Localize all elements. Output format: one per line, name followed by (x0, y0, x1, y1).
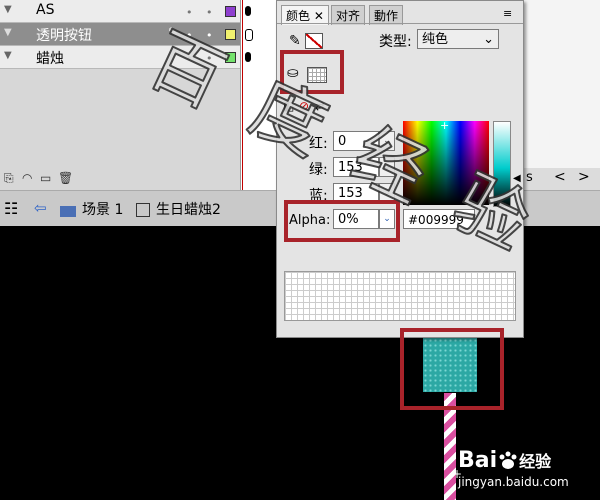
folder-icon[interactable]: ▭ (40, 171, 51, 185)
tab-divider (277, 23, 523, 24)
layer-row-candle[interactable]: ▼ 蜡烛 • • (0, 46, 240, 69)
type-label: 类型: (379, 34, 412, 50)
eye-icon[interactable]: ▼ (4, 27, 12, 38)
layer-name: 透明按钮 (36, 28, 92, 44)
tab-actions[interactable]: 動作 (369, 5, 404, 25)
default-colors-icon[interactable]: ◧ (283, 99, 294, 113)
color-spectrum[interactable] (403, 121, 489, 205)
color-swatch-grid[interactable] (284, 271, 516, 321)
symbol-label: 生日蜡烛2 (156, 202, 221, 218)
frames-side-label: s (526, 170, 533, 185)
red-stepper[interactable]: ⌄ (379, 131, 395, 151)
green-label: 绿: (309, 162, 328, 178)
brightness-slider[interactable] (493, 121, 511, 207)
keyframe[interactable] (245, 29, 253, 41)
chevron-down-icon: ⌄ (483, 32, 494, 47)
tab-align[interactable]: 对齐 (331, 5, 366, 25)
pencil-icon: ✎ (168, 25, 179, 39)
timeline-toggle-icon[interactable]: ☷ (4, 199, 18, 218)
red-label: 红: (309, 136, 328, 152)
symbol-breadcrumb[interactable]: 生日蜡烛2 (136, 199, 221, 219)
visibility-dot[interactable]: • (186, 52, 193, 65)
green-stepper[interactable]: ⌄ (379, 157, 395, 177)
red-input[interactable]: 0 (333, 131, 379, 151)
paw-icon (497, 451, 519, 471)
visibility-dot[interactable]: • (186, 6, 193, 19)
spectrum-crosshair[interactable]: + (440, 119, 449, 132)
layer-color-swatch[interactable] (225, 52, 236, 63)
highlight-box-button (400, 328, 504, 410)
keyframe[interactable] (245, 52, 251, 62)
visibility-dot[interactable]: • (186, 29, 193, 42)
scene-label: 场景 1 (82, 202, 124, 218)
type-select[interactable]: 纯色 ⌄ (417, 29, 499, 49)
chevron-left-icon[interactable]: < (554, 169, 566, 185)
layer-row-as[interactable]: ▼ AS • • (0, 0, 240, 23)
lock-dot[interactable]: • (206, 29, 213, 42)
layer-name: AS (36, 2, 55, 18)
panel-menu-icon[interactable]: ≡ (503, 7, 512, 20)
frame-area-right (520, 0, 600, 190)
layer-name: 蜡烛 (36, 51, 64, 67)
tab-color[interactable]: 颜色 ✕ (281, 5, 329, 25)
hex-input[interactable]: #009999 (403, 209, 475, 229)
stroke-color-swatch[interactable] (305, 33, 323, 49)
lock-dot[interactable]: • (206, 6, 213, 19)
eye-icon[interactable]: ▼ (4, 50, 12, 61)
swap-colors-icon[interactable]: ⇄ (315, 99, 325, 113)
scene-breadcrumb[interactable]: 场景 1 (60, 199, 123, 219)
baidu-url: jingyan.baidu.com (458, 475, 569, 489)
scene-icon (60, 203, 76, 217)
no-color-icon[interactable]: ⊘ (299, 99, 309, 113)
new-layer-icon[interactable]: ⎘ (4, 171, 14, 186)
layer-color-swatch[interactable] (225, 6, 236, 17)
frame-area[interactable] (240, 0, 277, 190)
symbol-icon (136, 203, 150, 217)
lock-dot[interactable]: • (206, 52, 213, 65)
close-icon[interactable]: ✕ (314, 9, 324, 23)
motion-guide-icon[interactable]: ◠ (22, 171, 32, 185)
green-input[interactable]: 153 (333, 157, 379, 177)
timeline-toolbar: ⎘ ◠ ▭ 🗑 (0, 168, 240, 190)
playhead[interactable] (242, 0, 243, 190)
back-arrow-icon[interactable]: ⇦ (34, 199, 47, 217)
trash-icon[interactable]: 🗑 (58, 171, 73, 185)
baidu-jingyan-logo: Bai 经验 jingyan.baidu.com (458, 448, 569, 489)
layer-color-swatch[interactable] (225, 29, 236, 40)
keyframe[interactable] (245, 6, 251, 16)
highlight-box-alpha (284, 200, 400, 242)
highlight-box-fill (280, 50, 344, 94)
chevron-right-icon[interactable]: > (578, 169, 590, 185)
brightness-slider-handle[interactable]: ◀ (513, 173, 521, 184)
stroke-color-pencil-icon[interactable]: ✎ (289, 33, 301, 49)
eye-icon[interactable]: ▼ (4, 4, 12, 15)
layer-row-transparent-button[interactable]: ▼ 透明按钮 ✎ • • (0, 23, 240, 46)
